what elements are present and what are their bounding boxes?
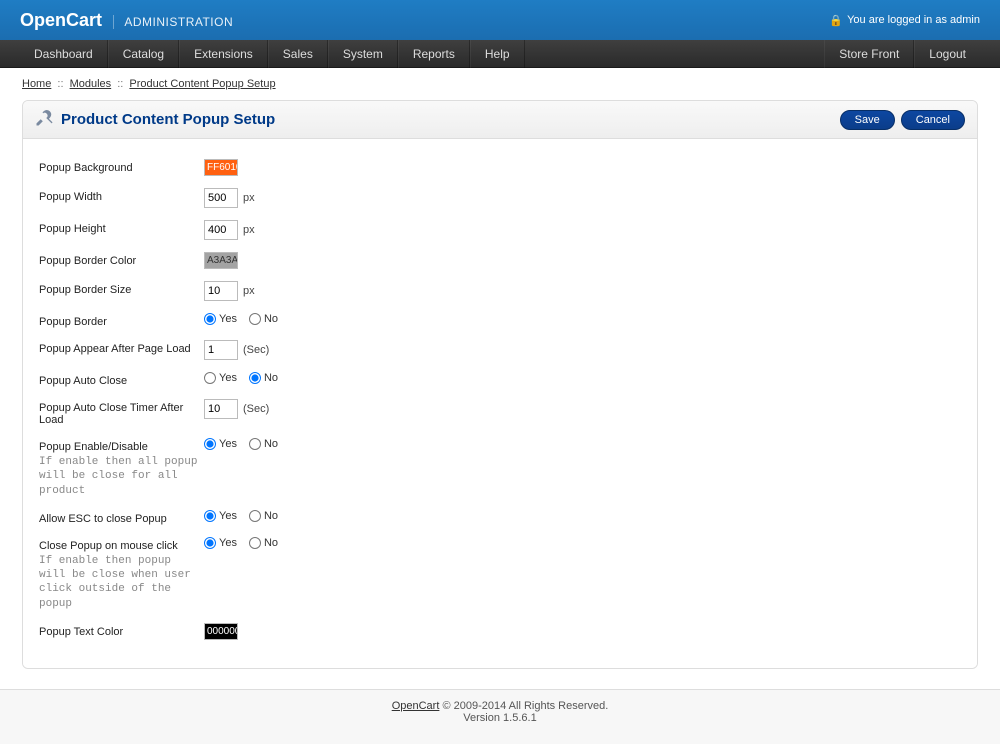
form-area: Popup Background FF6010 Popup Width px P… (23, 139, 977, 668)
logo-block: OpenCart ADMINISTRATION (20, 10, 233, 31)
cancel-button[interactable]: Cancel (901, 110, 965, 130)
app-header: OpenCart ADMINISTRATION 🔒 You are logged… (0, 0, 1000, 40)
nav-store-front[interactable]: Store Front (824, 40, 914, 68)
label-border-color: Popup Border Color (39, 252, 204, 267)
unit-sec: (Sec) (243, 344, 269, 356)
nav-sales[interactable]: Sales (268, 40, 328, 68)
input-auto-close-timer[interactable] (204, 399, 238, 419)
crumb-home[interactable]: Home (22, 78, 51, 90)
tools-icon (35, 109, 53, 130)
brand-subtitle: ADMINISTRATION (113, 15, 233, 29)
crumb-sep: :: (57, 78, 63, 90)
action-buttons: Save Cancel (840, 110, 965, 130)
nav-system[interactable]: System (328, 40, 398, 68)
label-popup-width: Popup Width (39, 188, 204, 203)
hint-enable: If enable then all popup will be close f… (39, 455, 204, 498)
footer: OpenCart © 2009-2014 All Rights Reserved… (0, 690, 1000, 744)
hint-mouse: If enable then popup will be close when … (39, 554, 204, 611)
page-title: Product Content Popup Setup (61, 111, 275, 128)
crumb-sep: :: (117, 78, 123, 90)
unit-sec: (Sec) (243, 403, 269, 415)
radio-border-no[interactable]: No (249, 313, 278, 325)
login-status: 🔒 You are logged in as admin (829, 14, 980, 27)
label-popup-height: Popup Height (39, 220, 204, 235)
heading-left: Product Content Popup Setup (35, 109, 275, 130)
unit-px: px (243, 224, 255, 236)
nav-help[interactable]: Help (470, 40, 525, 68)
label-appear-after: Popup Appear After Page Load (39, 340, 204, 355)
login-text: You are logged in as admin (847, 14, 980, 26)
unit-px: px (243, 192, 255, 204)
nav-left: Dashboard Catalog Extensions Sales Syste… (20, 40, 525, 68)
crumb-current[interactable]: Product Content Popup Setup (129, 78, 275, 90)
input-text-color[interactable]: 000000 (204, 623, 238, 640)
label-popup-border: Popup Border (39, 313, 204, 328)
footer-copyright: © 2009-2014 All Rights Reserved. (439, 700, 608, 712)
radio-mouse-no[interactable]: No (249, 537, 278, 549)
box-heading: Product Content Popup Setup Save Cancel (23, 101, 977, 139)
radio-enable-yes[interactable]: Yes (204, 438, 237, 450)
radio-esc-yes[interactable]: Yes (204, 510, 237, 522)
radio-autoclose-no[interactable]: No (249, 372, 278, 384)
radio-border-yes[interactable]: Yes (204, 313, 237, 325)
input-appear-after[interactable] (204, 340, 238, 360)
input-popup-background[interactable]: FF6010 (204, 159, 238, 176)
save-button[interactable]: Save (840, 110, 895, 130)
nav-catalog[interactable]: Catalog (108, 40, 179, 68)
nav-reports[interactable]: Reports (398, 40, 470, 68)
brand-name: OpenCart (20, 10, 102, 30)
label-allow-esc: Allow ESC to close Popup (39, 510, 204, 525)
nav-logout[interactable]: Logout (914, 40, 980, 68)
radio-esc-no[interactable]: No (249, 510, 278, 522)
label-text-color: Popup Text Color (39, 623, 204, 638)
input-border-size[interactable] (204, 281, 238, 301)
nav-dashboard[interactable]: Dashboard (20, 40, 108, 68)
input-popup-height[interactable] (204, 220, 238, 240)
footer-link[interactable]: OpenCart (392, 700, 440, 712)
radio-enable-no[interactable]: No (249, 438, 278, 450)
footer-version: Version 1.5.6.1 (0, 712, 1000, 724)
breadcrumb: Home :: Modules :: Product Content Popup… (0, 68, 1000, 100)
label-border-size: Popup Border Size (39, 281, 204, 296)
label-enable-disable: Popup Enable/Disable If enable then all … (39, 438, 204, 498)
radio-mouse-yes[interactable]: Yes (204, 537, 237, 549)
main-nav: Dashboard Catalog Extensions Sales Syste… (0, 40, 1000, 68)
radio-autoclose-yes[interactable]: Yes (204, 372, 237, 384)
label-popup-background: Popup Background (39, 159, 204, 174)
crumb-modules[interactable]: Modules (70, 78, 112, 90)
nav-extensions[interactable]: Extensions (179, 40, 268, 68)
input-border-color[interactable]: A3A3A3 (204, 252, 238, 269)
label-auto-close: Popup Auto Close (39, 372, 204, 387)
unit-px: px (243, 285, 255, 297)
label-auto-close-timer: Popup Auto Close Timer After Load (39, 399, 204, 426)
lock-icon: 🔒 (829, 14, 843, 27)
content-box: Product Content Popup Setup Save Cancel … (22, 100, 978, 669)
nav-right: Store Front Logout (824, 40, 980, 68)
input-popup-width[interactable] (204, 188, 238, 208)
